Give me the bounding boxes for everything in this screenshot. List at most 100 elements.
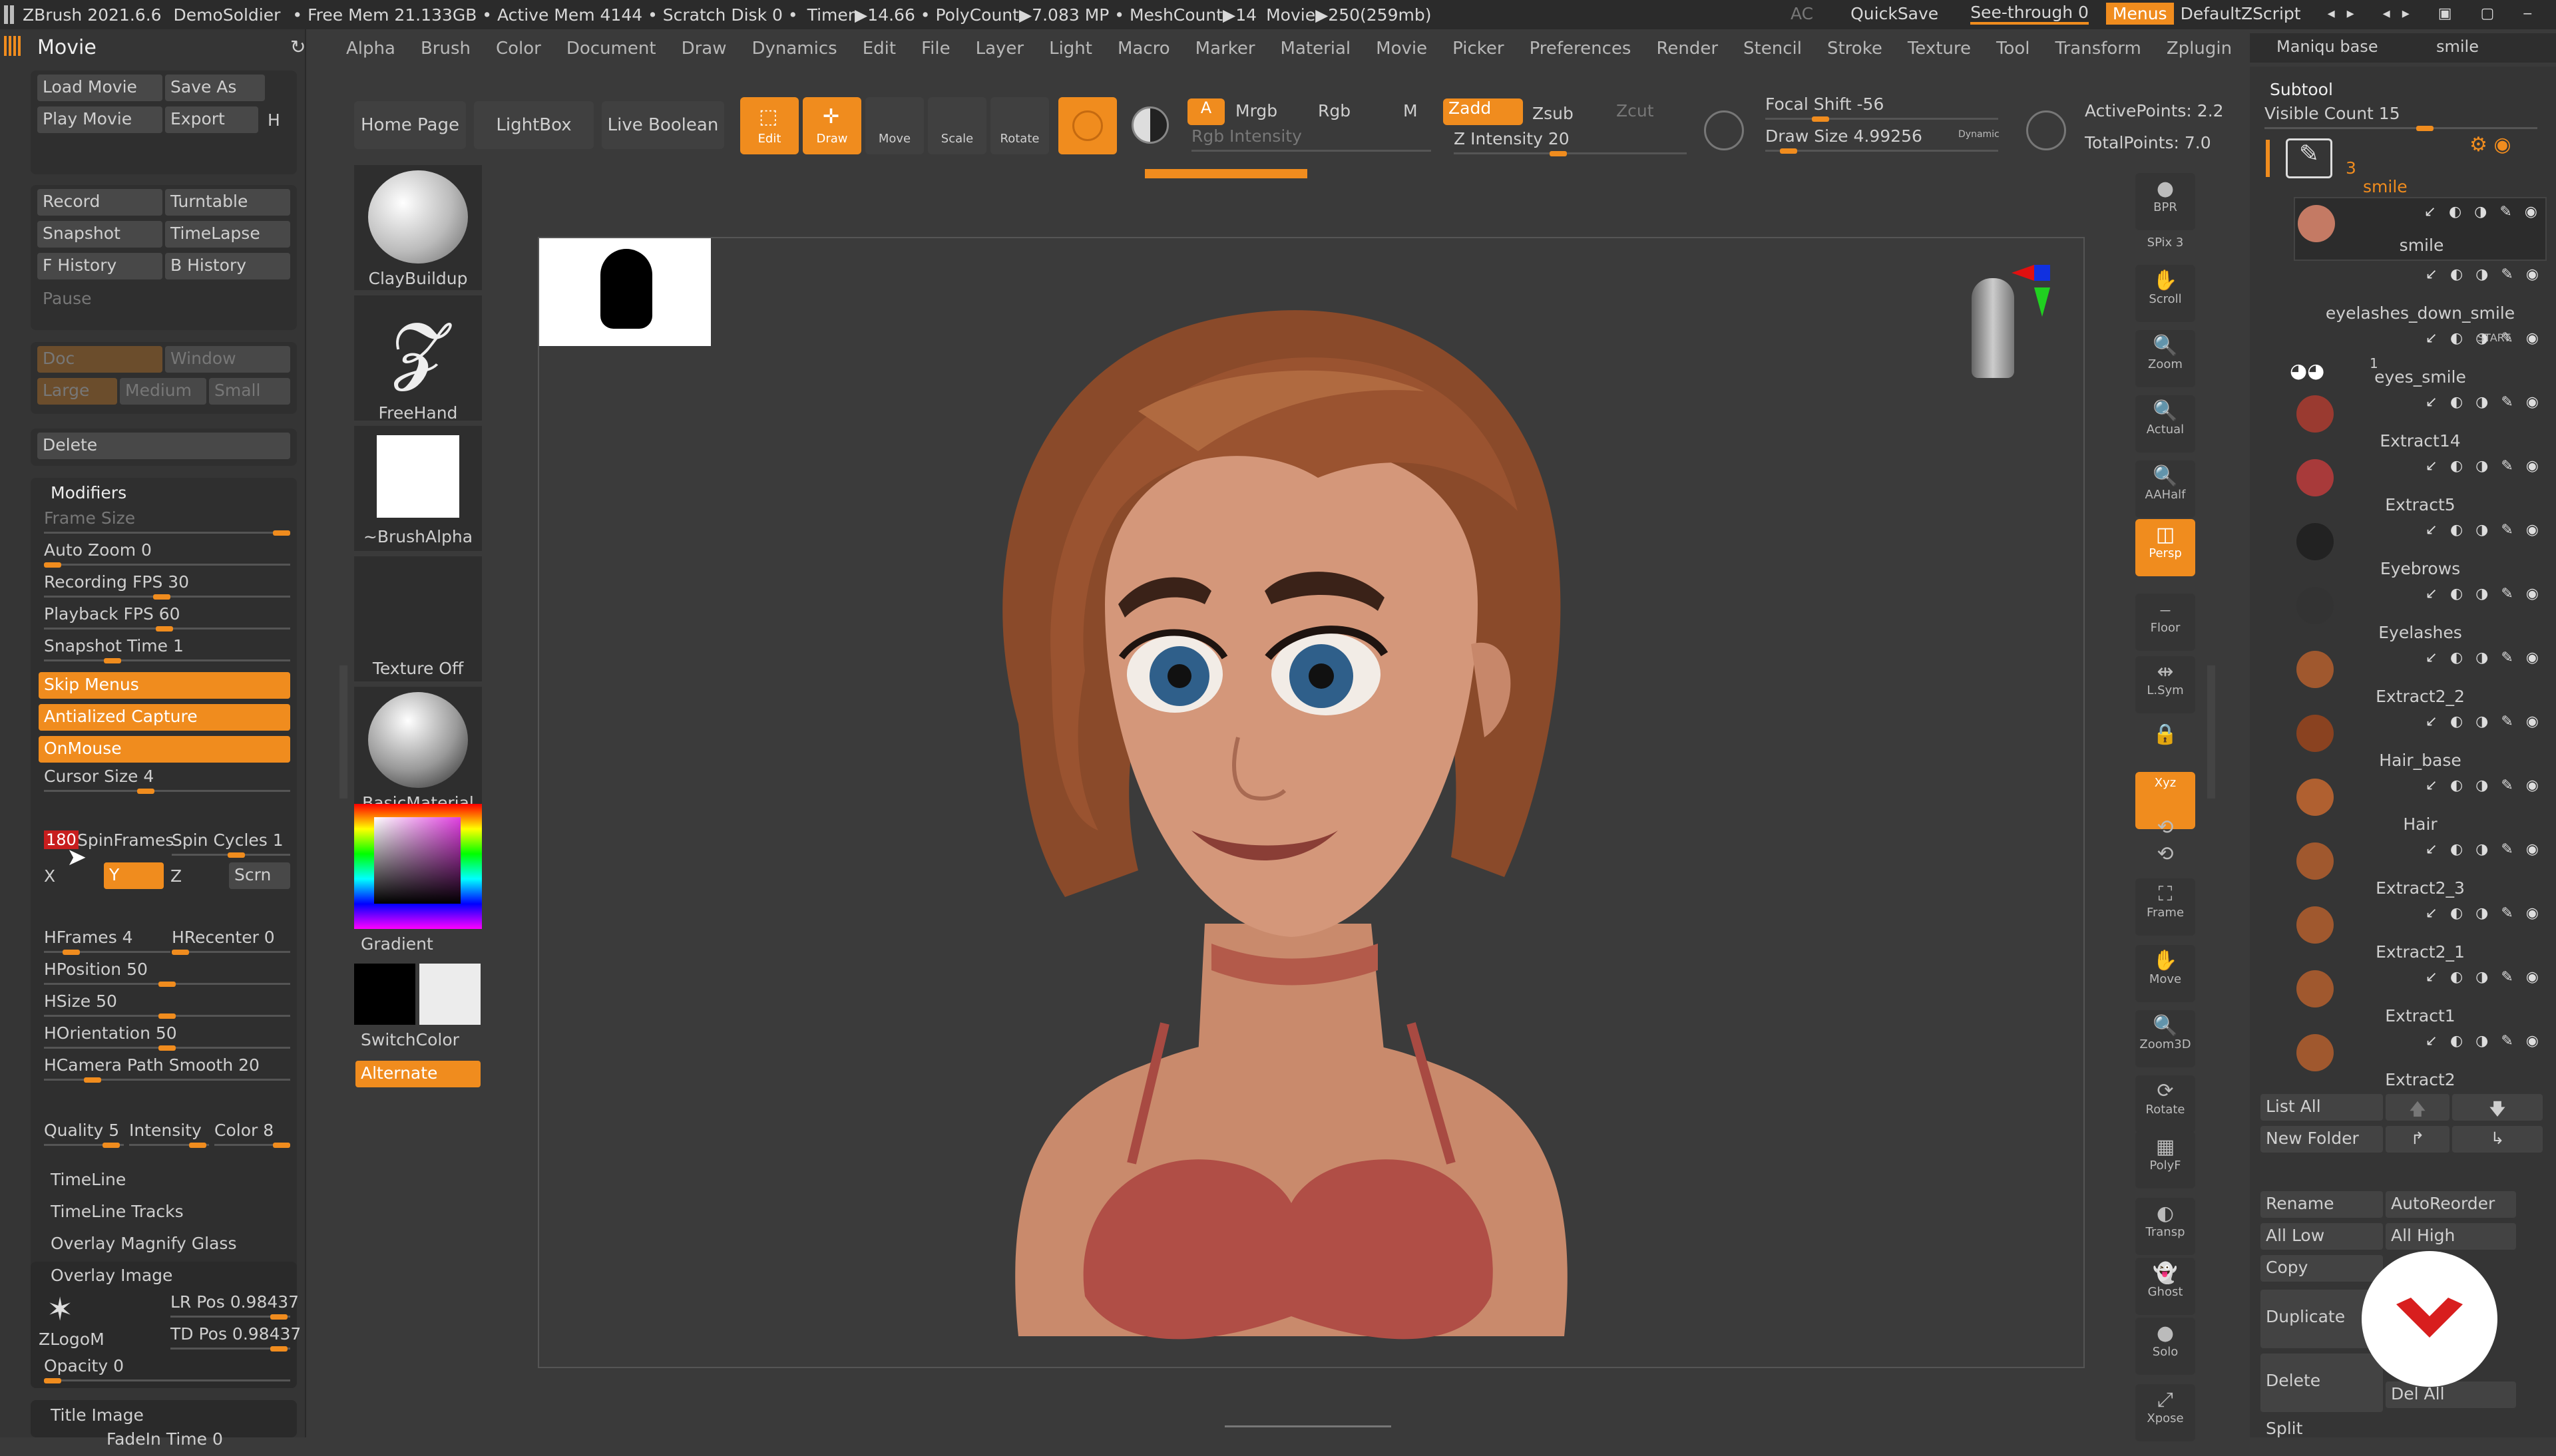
menu-file[interactable]: File — [921, 39, 951, 59]
shelf-polyf[interactable]: ▦ PolyF — [2135, 1131, 2195, 1188]
freehand-stroke[interactable]: 𝓩 FreeHand — [354, 295, 482, 423]
subtool-visibility-icon[interactable]: ↙ ◐ ◑ ✎ ◉ — [2426, 841, 2543, 858]
scale-mode-button[interactable]: Scale — [928, 97, 986, 154]
zlogom-icon[interactable]: ✶ — [47, 1291, 73, 1328]
menu-edit[interactable]: Edit — [863, 39, 896, 59]
list-all-button[interactable]: List All — [2260, 1094, 2383, 1121]
shelf-tool-12[interactable]: ⟲ — [2135, 838, 2195, 868]
shelf-scroll[interactable]: ✋ Scroll — [2135, 265, 2195, 322]
subtool-visibility-icon[interactable]: ↙ ◐ ◑ ✎ ◉ — [2426, 905, 2543, 922]
zsub-toggle[interactable]: Zsub — [1532, 104, 1574, 123]
default-zscript-button[interactable]: DefaultZScript — [2181, 4, 2301, 23]
color-picker-square[interactable] — [374, 817, 461, 904]
menu-dynamics[interactable]: Dynamics — [751, 39, 837, 59]
shelf-actual[interactable]: 🔍 Actual — [2135, 395, 2195, 453]
hrecenter-slider[interactable]: HRecenter 0 — [172, 928, 290, 957]
subtool-header[interactable]: Subtool — [2270, 80, 2333, 99]
right-tray-handle[interactable] — [2207, 665, 2215, 799]
dynamic-toggle[interactable]: Dynamic — [1958, 129, 2000, 140]
shelf-transp[interactable]: ◐ Transp — [2135, 1198, 2195, 1255]
quicksave-button[interactable]: QuickSave — [1850, 4, 1938, 23]
y-axis-button[interactable]: Y — [104, 862, 164, 889]
canvas-viewport[interactable] — [538, 237, 2085, 1368]
menu-macro[interactable]: Macro — [1118, 39, 1170, 59]
rename-button[interactable]: Rename — [2260, 1191, 2383, 1218]
subtool-item[interactable]: ↙ ◐ ◑ ✎ ◉ smile — [2294, 197, 2547, 261]
menu-picker[interactable]: Picker — [1452, 39, 1504, 59]
menus-button[interactable]: Menus — [2105, 3, 2174, 25]
shelf-xpose[interactable]: ⤢ Xpose — [2135, 1384, 2195, 1441]
subtool-item[interactable]: ↙ ◐ ◑ ✎ ◉ Extract2 — [2294, 1027, 2547, 1091]
window-button[interactable]: Window — [165, 346, 290, 373]
hframes-slider[interactable]: HFrames 4 — [44, 928, 170, 957]
shelf-aahalf[interactable]: 🔍 AAHalf — [2135, 460, 2195, 518]
subtool-visibility-icon[interactable]: ↙ ◐ ◑ ✎ ◉ — [2426, 969, 2543, 986]
focal-shift-slider[interactable]: Focal Shift -56 — [1765, 94, 1998, 124]
turntable-button[interactable]: Turntable — [165, 189, 290, 216]
timelapse-button[interactable]: TimeLapse — [165, 221, 290, 248]
pause-button[interactable]: Pause — [43, 289, 92, 308]
shelf-bpr[interactable]: ● BPR — [2135, 173, 2195, 230]
ac-label[interactable]: AC — [1791, 4, 1813, 23]
mrgb-toggle[interactable]: Mrgb — [1235, 101, 1277, 120]
shelf-zoom3d[interactable]: 🔍 Zoom3D — [2135, 1010, 2195, 1067]
color-picker-hue[interactable] — [354, 804, 482, 929]
subtool-visibility-icon[interactable]: ↙ ◐ ◑ ✎ ◉ — [2426, 586, 2543, 602]
play-movie-button[interactable]: Play Movie — [37, 106, 162, 133]
menu-transform[interactable]: Transform — [2055, 39, 2141, 59]
delete-movie-button[interactable]: Delete — [37, 433, 290, 459]
menu-brush[interactable]: Brush — [421, 39, 471, 59]
export-button[interactable]: Export — [165, 106, 258, 133]
texture-slot[interactable]: Texture Off — [354, 556, 482, 681]
alternate-toggle[interactable]: Alternate — [355, 1061, 481, 1087]
subtool-item[interactable]: ↙ ◐ ◑ ✎ ◉ Extract1 — [2294, 964, 2547, 1027]
claybuildup-brush[interactable]: ClayBuildup — [354, 165, 482, 290]
zadd-toggle[interactable]: Zadd — [1443, 98, 1523, 125]
subtool-item[interactable]: ↙ ◐ ◑ ✎ ◉ Eyebrows — [2294, 516, 2547, 580]
shelf-tool-11[interactable]: ⟲ — [2135, 812, 2195, 841]
shelf-persp[interactable]: ◫ Persp — [2135, 519, 2195, 576]
main-color-swatch[interactable] — [354, 964, 415, 1025]
all-low-button[interactable]: All Low — [2260, 1223, 2383, 1250]
window-controls-icon[interactable]: ◂▸ ◂▸ ▣ ▢ ‒ ▫ ✕ — [2328, 5, 2556, 22]
z-axis-button[interactable]: Z — [170, 866, 182, 886]
shelf-frame[interactable]: ⛶ Frame — [2135, 878, 2195, 936]
left-tray-handle[interactable] — [339, 665, 347, 799]
h-button[interactable]: H — [268, 110, 280, 130]
menu-preferences[interactable]: Preferences — [1530, 39, 1631, 59]
subtool-item[interactable]: ↙ ◐ ◑ ✎ ◉ Extract14 — [2294, 389, 2547, 453]
scrn-button[interactable]: Scrn — [229, 862, 290, 889]
shelf-rotate[interactable]: ⟳ Rotate — [2135, 1075, 2195, 1133]
menu-texture[interactable]: Texture — [1908, 39, 1971, 59]
shelf-zoom[interactable]: 🔍 Zoom — [2135, 330, 2195, 387]
f-history-button[interactable]: F History — [37, 253, 162, 279]
subtool-item[interactable]: ↙ ◐ ◑ ✎ ◉ Hair — [2294, 772, 2547, 836]
lazy-mouse-d-icon[interactable] — [2026, 110, 2066, 150]
zcut-toggle[interactable]: Zcut — [1616, 101, 1654, 120]
menu-zplugin[interactable]: Zplugin — [2167, 39, 2232, 59]
intensity-slider[interactable]: Intensity — [129, 1121, 209, 1150]
a-toggle[interactable]: A — [1187, 98, 1225, 125]
subtool-visibility-icon[interactable]: ↙ ◐ ◑ ✎ ◉ — [2426, 649, 2543, 666]
subtool-visibility-icon[interactable]: ↙ ◐ ◑ ✎ ◉ — [2426, 394, 2543, 411]
timeline-header[interactable]: TimeLine — [51, 1170, 126, 1189]
shelf-tool-9[interactable]: 🔒 — [2135, 719, 2195, 748]
move-up-icon[interactable]: 🡅 — [2386, 1094, 2450, 1121]
arrow-right-icon[interactable]: ↱ — [2386, 1126, 2450, 1153]
save-as-button[interactable]: Save As — [165, 75, 265, 101]
rgb-intensity-slider[interactable]: Rgb Intensity — [1191, 126, 1431, 156]
subtool-item[interactable]: ↙ ◐ ◑ ✎ ◉ Hair_base — [2294, 708, 2547, 772]
arrow-down-right-icon[interactable]: ↳ — [2452, 1126, 2543, 1153]
overlay-magnify-header[interactable]: Overlay Magnify Glass — [51, 1234, 236, 1253]
shelf-l-sym[interactable]: ⇹ L.Sym — [2135, 656, 2195, 713]
live-boolean-button[interactable]: Live Boolean — [602, 101, 724, 149]
tab-maniqu-base[interactable]: Maniqu base — [2276, 37, 2378, 56]
large-button[interactable]: Large — [37, 378, 117, 405]
doc-button[interactable]: Doc — [37, 346, 162, 373]
frame-size-slider[interactable]: Frame Size — [44, 508, 290, 538]
folder-icon[interactable]: ✎ — [2286, 138, 2332, 178]
move-mode-button[interactable]: Move — [865, 97, 924, 154]
horientation-slider[interactable]: HOrientation 50 — [44, 1023, 290, 1053]
hcamera-path-slider[interactable]: HCamera Path Smooth 20 — [44, 1055, 290, 1085]
all-high-button[interactable]: All High — [2386, 1223, 2516, 1250]
